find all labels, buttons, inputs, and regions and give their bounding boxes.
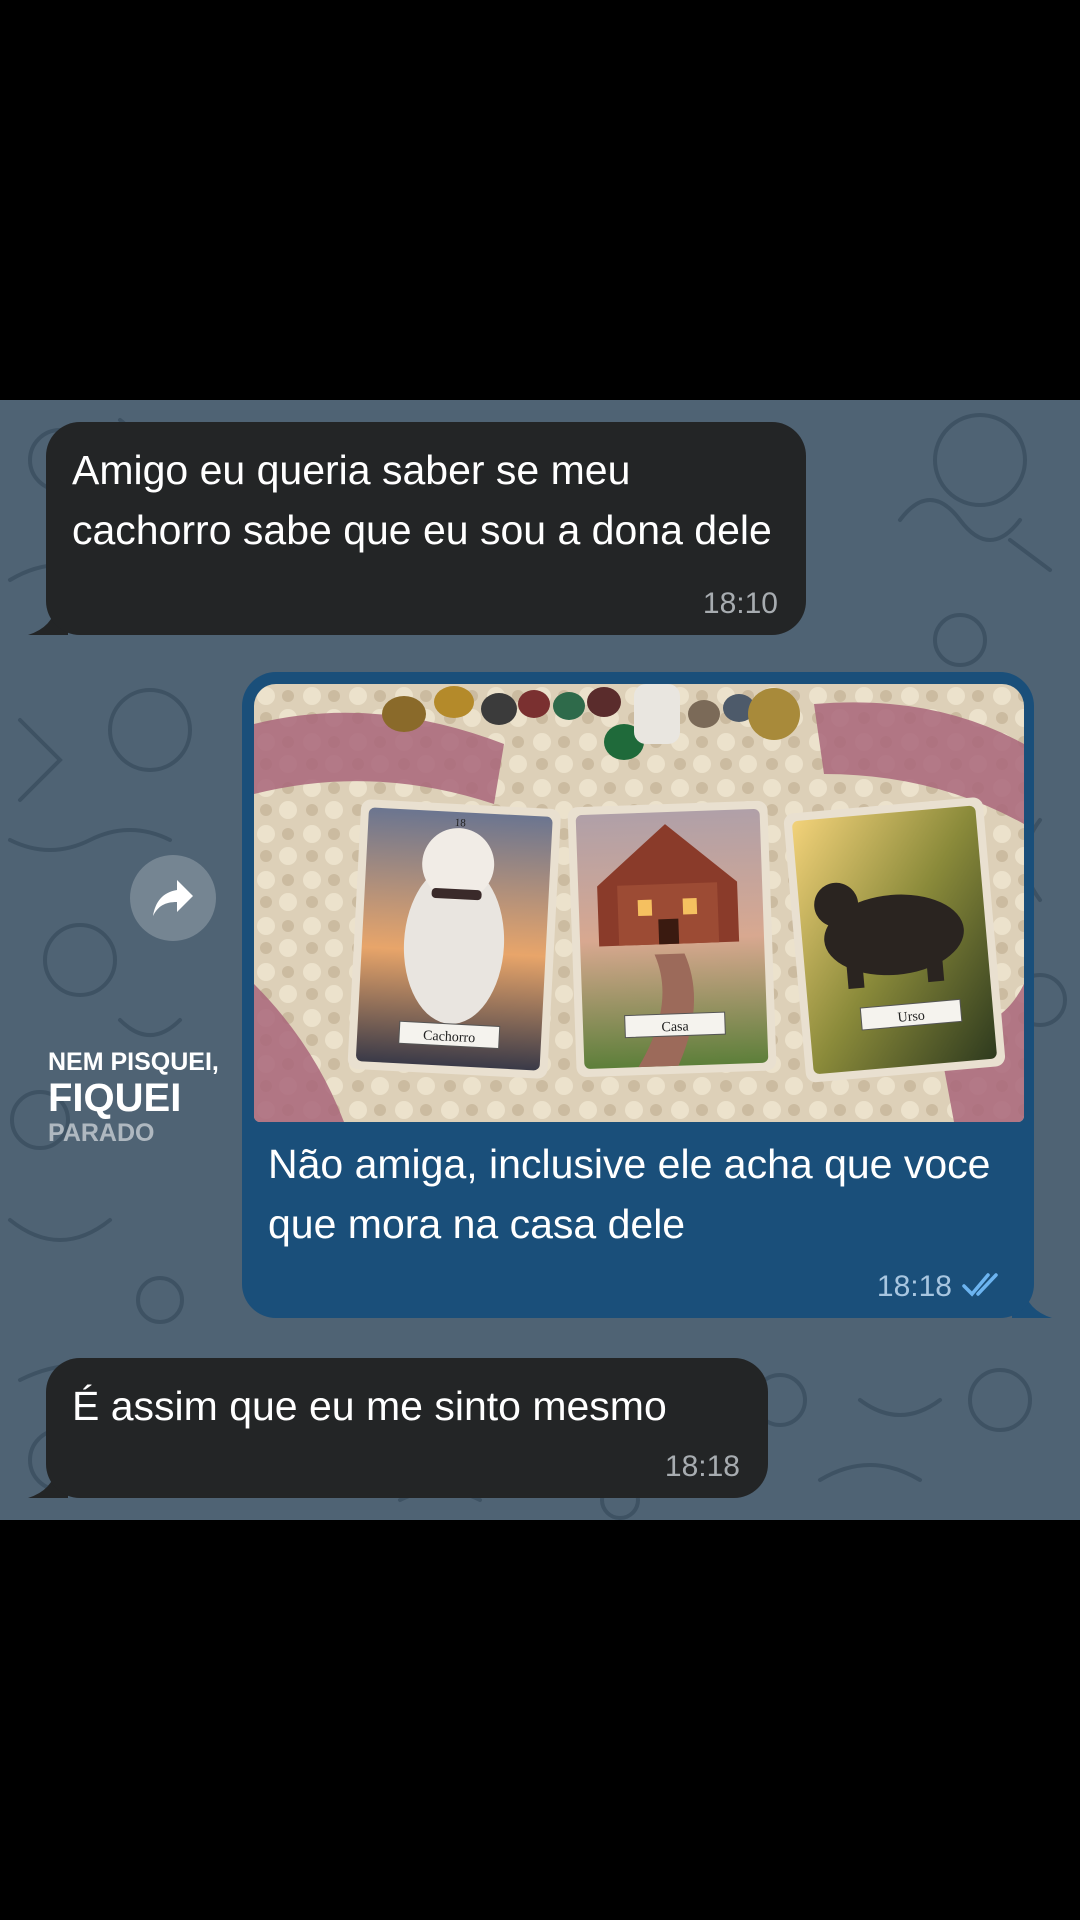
message-time: 18:18 — [664, 1450, 740, 1483]
chat-area[interactable]: Amigo eu queria saber se meu cachorro sa… — [0, 400, 1080, 1520]
double-check-icon — [962, 1273, 998, 1297]
watermark-line3: PARADO — [48, 1119, 155, 1147]
watermark: NEM PISQUEI, FIQUEI PARADO — [48, 1048, 219, 1148]
card-label: Casa — [661, 1019, 690, 1035]
message-text: Não amiga, inclusive ele acha que voce q… — [268, 1141, 991, 1247]
message-text: É assim que eu me sinto mesmo — [72, 1383, 667, 1429]
message-bubble-incoming[interactable]: É assim que eu me sinto mesmo 18:18 — [46, 1358, 768, 1498]
forward-button[interactable] — [130, 855, 216, 941]
card-label: Cachorro — [423, 1029, 476, 1047]
card-label: Urso — [897, 1009, 925, 1026]
card-number: 18 — [455, 817, 467, 830]
forward-icon — [153, 880, 193, 916]
tarot-cards-photo: Cachorro 18 Casa Urso — [254, 684, 1024, 1122]
watermark-line1: NEM PISQUEI, — [48, 1048, 219, 1076]
message-photo[interactable]: Cachorro 18 Casa Urso — [254, 684, 1024, 1122]
message-text: Amigo eu queria saber se meu cachorro sa… — [72, 447, 772, 553]
message-time: 18:18 — [876, 1270, 952, 1303]
watermark-line2: FIQUEI — [48, 1076, 182, 1120]
message-bubble-incoming[interactable]: Amigo eu queria saber se meu cachorro sa… — [46, 422, 806, 635]
message-bubble-outgoing[interactable]: Cachorro 18 Casa Urso Não amiga, inclusi… — [242, 672, 1034, 1318]
message-time: 18:10 — [702, 587, 778, 620]
